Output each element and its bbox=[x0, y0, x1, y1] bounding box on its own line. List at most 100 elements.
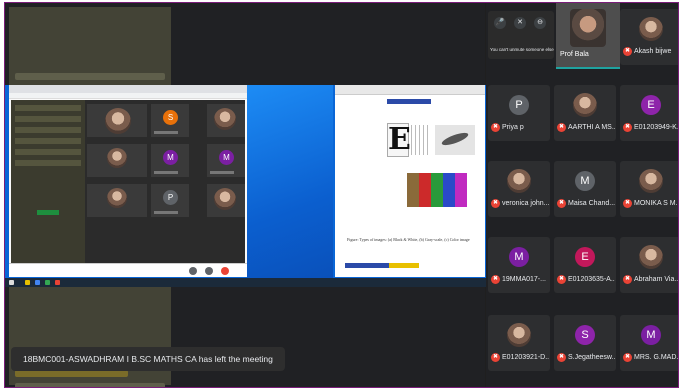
figure-grayscale-image bbox=[435, 125, 475, 155]
figure-color-channel bbox=[419, 173, 431, 207]
nested-tile bbox=[87, 144, 147, 177]
host-name: Prof Bala bbox=[560, 51, 589, 58]
participant-name: E01203635-A... bbox=[568, 276, 615, 283]
participant-tile[interactable]: E ✖ E01203949-K... bbox=[620, 85, 678, 141]
nested-tile bbox=[207, 104, 245, 137]
nested-photo bbox=[214, 188, 236, 210]
slide-footer-accent bbox=[389, 263, 419, 268]
unmute-hint: You can't unmute someone else bbox=[490, 47, 554, 52]
nested-join-button bbox=[37, 210, 59, 215]
participant-name: AARTHI A MS... bbox=[568, 124, 615, 131]
muted-mic-icon: ✖ bbox=[557, 123, 566, 132]
mic-icon[interactable]: 🎤 bbox=[494, 17, 506, 29]
muted-mic-icon: ✖ bbox=[491, 199, 500, 208]
nested-tile bbox=[207, 184, 245, 217]
nested-meet-window: S M M P bbox=[9, 85, 247, 277]
nested-tile: M bbox=[151, 144, 189, 177]
document-viewer: E Figure: Types of images: (a) Black & W… bbox=[335, 85, 485, 277]
nested-tile: M bbox=[207, 144, 245, 177]
muted-mic-icon: ✖ bbox=[623, 123, 632, 132]
participant-grid: 🎤 ✕ ⊖ You can't unmute someone else Prof… bbox=[486, 3, 679, 387]
participant-name: MONIKA S M... bbox=[634, 200, 679, 207]
participant-tile[interactable]: ✖ veronica john... bbox=[488, 161, 550, 217]
participant-name: Abraham Via... bbox=[634, 276, 679, 283]
participant-name: Maisa Chand... bbox=[568, 200, 615, 207]
participant-avatar: S bbox=[575, 325, 595, 345]
participant-tile[interactable]: ✖ Akash bijwe bbox=[620, 9, 678, 65]
participant-tile[interactable]: S ✖ S.Jegatheesw... bbox=[554, 315, 616, 371]
participant-name: S.Jegatheesw... bbox=[568, 354, 615, 361]
nested-avatar: S bbox=[163, 110, 178, 125]
participant-controls-overlay: 🎤 ✕ ⊖ You can't unmute someone else bbox=[488, 11, 554, 59]
participant-avatar: E bbox=[641, 95, 661, 115]
browser-urlbar bbox=[9, 93, 247, 99]
participant-name: veronica john... bbox=[502, 200, 549, 207]
participant-tile[interactable]: M ✖ MRS. G.MAD... bbox=[620, 315, 678, 371]
muted-mic-icon: ✖ bbox=[491, 353, 500, 362]
nested-sidebar bbox=[11, 100, 85, 275]
participant-tile[interactable]: ✖ MONIKA S M... bbox=[620, 161, 679, 217]
participant-photo bbox=[639, 169, 663, 193]
participant-photo bbox=[573, 93, 597, 117]
participant-photo bbox=[507, 323, 531, 347]
remove-icon[interactable]: ⊖ bbox=[534, 17, 546, 29]
figure-color-channel bbox=[431, 173, 443, 207]
slide-footer bbox=[345, 263, 389, 268]
nested-meet-grid: S M M P bbox=[11, 100, 245, 275]
presented-desktop: S M M P E Figure: Types of images: (a) B… bbox=[5, 85, 487, 287]
nested-avatar: M bbox=[219, 150, 234, 165]
muted-mic-icon: ✖ bbox=[491, 275, 500, 284]
nested-tile: S bbox=[151, 104, 189, 137]
participant-name: 19MMA017-... bbox=[502, 276, 546, 283]
figure-color-channel bbox=[407, 173, 419, 207]
nested-meet-controls bbox=[9, 263, 247, 277]
desktop-wallpaper bbox=[247, 85, 333, 287]
participant-tile[interactable]: E ✖ E01203635-A... bbox=[554, 237, 616, 293]
participant-photo bbox=[639, 245, 663, 269]
participant-tile[interactable]: P ✖ Priya p bbox=[488, 85, 550, 141]
nested-photo bbox=[107, 148, 127, 168]
participant-name: E01203921-D... bbox=[502, 354, 549, 361]
nested-video-photo bbox=[105, 108, 131, 134]
nested-avatar: P bbox=[163, 190, 178, 205]
participant-tile[interactable]: ✖ E01203921-D... bbox=[488, 315, 550, 371]
participant-tile[interactable]: M ✖ 19MMA017-... bbox=[488, 237, 550, 293]
participant-name: Akash bijwe bbox=[634, 48, 672, 55]
muted-mic-icon: ✖ bbox=[623, 199, 632, 208]
figure-caption: Figure: Types of images: (a) Black & Whi… bbox=[347, 237, 470, 242]
muted-mic-icon: ✖ bbox=[623, 47, 632, 56]
host-video-tile[interactable]: Prof Bala bbox=[556, 3, 620, 69]
participant-avatar: M bbox=[641, 325, 661, 345]
muted-mic-icon: ✖ bbox=[623, 275, 632, 284]
participant-photo bbox=[639, 17, 663, 41]
participant-avatar: M bbox=[575, 171, 595, 191]
nested-tile bbox=[87, 184, 147, 217]
shared-screen: S M M P E Figure: Types of images: (a) B… bbox=[5, 3, 487, 387]
participant-name: Priya p bbox=[502, 124, 524, 131]
participant-tile[interactable]: ✖ Abraham Via... bbox=[620, 237, 679, 293]
participant-tile[interactable]: ✖ AARTHI A MS... bbox=[554, 85, 616, 141]
nested-photo bbox=[214, 108, 236, 130]
muted-mic-icon: ✖ bbox=[557, 199, 566, 208]
muted-mic-icon: ✖ bbox=[491, 123, 500, 132]
participant-photo bbox=[507, 169, 531, 193]
muted-mic-icon: ✖ bbox=[623, 353, 632, 362]
participant-avatar: E bbox=[575, 247, 595, 267]
participant-avatar: P bbox=[509, 95, 529, 115]
nested-photo bbox=[107, 188, 127, 208]
muted-mic-icon: ✖ bbox=[557, 353, 566, 362]
host-video bbox=[570, 9, 606, 47]
windows-taskbar bbox=[5, 278, 487, 287]
figure-color-channel bbox=[443, 173, 455, 207]
nested-tile: P bbox=[151, 184, 189, 217]
browser-tabbar bbox=[9, 85, 247, 93]
figure-pixel-grid bbox=[411, 125, 431, 155]
figure-letter-e: E bbox=[387, 122, 411, 157]
figure-color-channel bbox=[455, 173, 467, 207]
slide-title-bar bbox=[387, 99, 431, 104]
nested-tile-video bbox=[87, 104, 147, 137]
left-meeting-notification: 18BMC001-ASWADHRAM I B.SC MATHS CA has l… bbox=[11, 347, 285, 371]
participant-tile[interactable]: M ✖ Maisa Chand... bbox=[554, 161, 616, 217]
mic-off-icon[interactable]: ✕ bbox=[514, 17, 526, 29]
nested-avatar: M bbox=[163, 150, 178, 165]
